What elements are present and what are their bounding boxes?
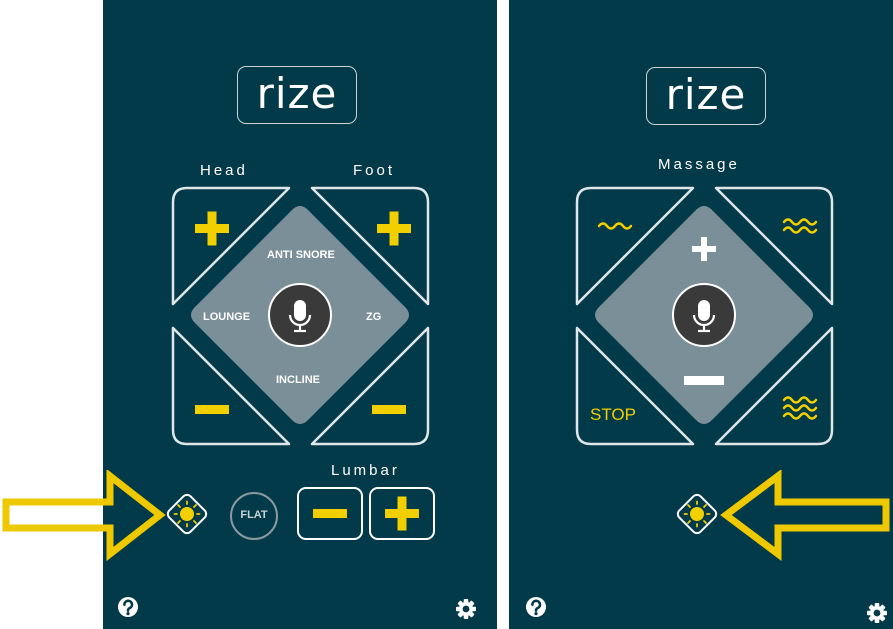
massage-label: Massage xyxy=(658,156,740,173)
rize-logo: rize xyxy=(237,66,357,124)
light-bulb-icon xyxy=(173,500,201,528)
question-icon xyxy=(116,595,140,619)
head-label: Head xyxy=(200,162,248,179)
preset-incline[interactable]: INCLINE xyxy=(276,374,320,386)
plus-icon xyxy=(385,496,419,531)
annotation-arrow-left xyxy=(720,470,890,561)
lumbar-label: Lumbar xyxy=(331,462,400,479)
light-button[interactable] xyxy=(672,489,722,539)
lumbar-increase-button[interactable] xyxy=(368,486,436,541)
minus-icon xyxy=(313,509,347,518)
question-icon xyxy=(524,595,548,619)
gear-icon xyxy=(867,603,887,623)
foot-label: Foot xyxy=(353,162,396,179)
lumbar-decrease-button[interactable] xyxy=(296,486,364,541)
light-bulb-icon xyxy=(683,500,711,528)
settings-button[interactable] xyxy=(453,596,479,622)
help-button[interactable] xyxy=(115,594,141,620)
help-button[interactable] xyxy=(523,594,549,620)
flat-label: FLAT xyxy=(240,509,268,521)
massage-pad xyxy=(595,206,813,424)
massage-decrease-button[interactable] xyxy=(684,376,724,385)
preset-lounge[interactable]: LOUNGE xyxy=(203,311,250,323)
annotation-arrow-right xyxy=(2,470,166,562)
settings-button[interactable] xyxy=(864,600,890,626)
gear-icon xyxy=(456,599,476,619)
rize-logo: rize xyxy=(646,67,766,125)
preset-zg[interactable]: ZG xyxy=(366,311,381,323)
preset-anti-snore[interactable]: ANTI SNORE xyxy=(267,249,335,261)
